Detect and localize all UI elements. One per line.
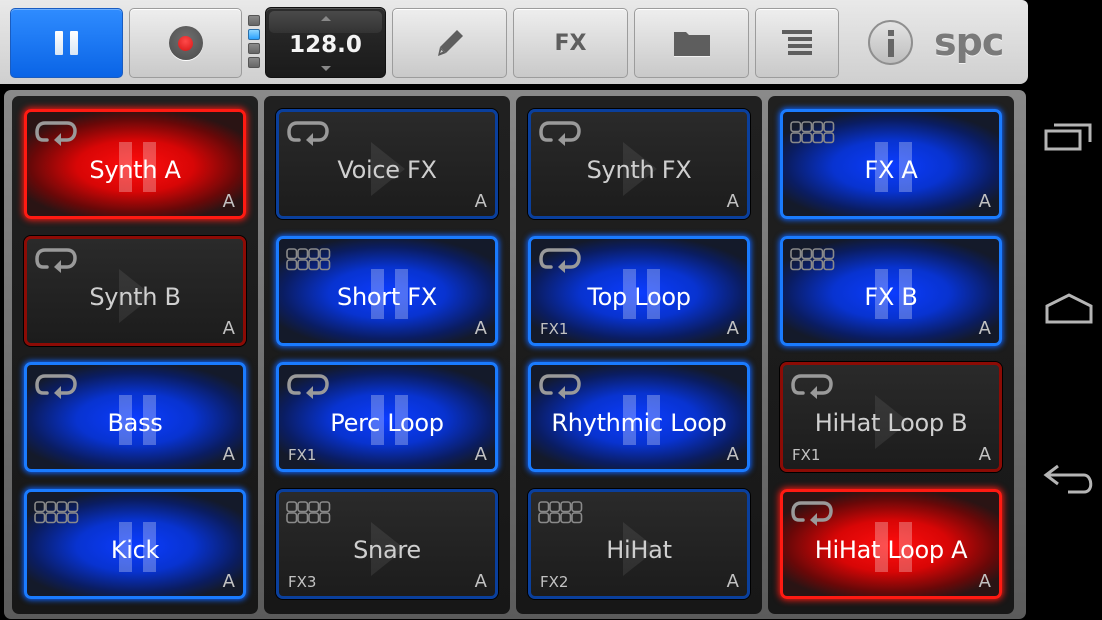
bank-indicator-2[interactable] (248, 29, 260, 40)
record-icon (168, 26, 203, 60)
pad-label: FX A (864, 156, 918, 184)
loop-icon (791, 501, 833, 526)
home-icon[interactable] (1042, 290, 1096, 326)
pad-fx-label: FX2 (540, 573, 569, 591)
pause-icon (55, 31, 78, 55)
pad-label: Synth FX (586, 156, 692, 184)
list-button[interactable] (755, 8, 839, 78)
pad-label: HiHat Loop B (814, 409, 968, 437)
pad-bank-label: A (726, 571, 739, 592)
clip-pad[interactable]: FX A A (780, 109, 1002, 219)
pad-bank-label: A (222, 318, 235, 339)
loop-icon (539, 374, 581, 399)
pad-bank-label: A (474, 191, 487, 212)
spc-logo: spc (934, 20, 1004, 64)
pad-label: HiHat Loop A (814, 536, 968, 564)
clip-pad[interactable]: Perc Loop FX1 A (276, 362, 498, 472)
bank-indicator-3[interactable] (248, 43, 260, 54)
loop-icon (35, 248, 77, 273)
pad-label: Rhythmic Loop (551, 409, 727, 437)
arrow-up-icon[interactable] (321, 16, 331, 21)
clip-pad[interactable]: FX B A (780, 236, 1002, 346)
pencil-icon (437, 30, 463, 56)
clip-pad[interactable]: Synth A A (24, 109, 246, 219)
pad-label: Synth A (89, 156, 181, 184)
clip-pad[interactable]: Rhythmic Loop A (528, 362, 750, 472)
tempo-value: 128.0 (289, 32, 362, 58)
pad-bank-label: A (474, 318, 487, 339)
pad-label: Synth B (89, 283, 181, 311)
clip-pad[interactable]: Voice FX A (276, 109, 498, 219)
pad-label: Perc Loop (330, 409, 444, 437)
record-button[interactable] (129, 8, 242, 78)
clip-pad[interactable]: HiHat Loop A A (780, 489, 1002, 599)
clip-pad[interactable]: Top Loop FX1 A (528, 236, 750, 346)
info-icon[interactable] (868, 20, 913, 65)
pad-bank-label: A (474, 571, 487, 592)
pad-label: Short FX (337, 283, 437, 311)
sequence-icon (34, 501, 79, 524)
sequence-icon (286, 248, 331, 271)
navigation-bar (1028, 84, 1102, 620)
loop-icon (791, 374, 833, 399)
pad-fx-label: FX1 (288, 446, 317, 464)
loop-icon (539, 121, 581, 146)
tempo-sheen (269, 11, 382, 33)
pad-bank-label: A (222, 571, 235, 592)
folder-button[interactable] (634, 8, 749, 78)
arrow-down-icon[interactable] (321, 66, 331, 71)
folder-icon (673, 32, 710, 57)
toolbar: 128.0 FX spc (0, 0, 1028, 84)
pad-bank-label: A (726, 191, 739, 212)
loop-icon (35, 121, 77, 146)
clip-pad[interactable]: Short FX A (276, 236, 498, 346)
loop-icon (287, 374, 329, 399)
fx-button[interactable]: FX (513, 8, 628, 78)
loop-icon (35, 374, 77, 399)
pad-label: Voice FX (337, 156, 437, 184)
clip-pad[interactable]: Synth B A (24, 236, 246, 346)
clip-pad[interactable]: HiHat FX2 A (528, 489, 750, 599)
bank-indicator-4[interactable] (248, 57, 260, 68)
loop-icon (287, 121, 329, 146)
sequence-icon (286, 501, 331, 524)
recent-apps-icon[interactable] (1042, 120, 1096, 156)
pad-bank-label: A (726, 318, 739, 339)
bank-indicator-1[interactable] (248, 15, 260, 26)
fx-button-label: FX (554, 30, 587, 56)
pad-bank-label: A (222, 191, 235, 212)
pad-bank-label: A (978, 191, 991, 212)
pad-label: FX B (864, 283, 918, 311)
sequence-icon (790, 121, 835, 144)
pad-label: Top Loop (587, 283, 691, 311)
pad-bank-label: A (474, 444, 487, 465)
clip-pad[interactable]: HiHat Loop B FX1 A (780, 362, 1002, 472)
pad-label: Snare (353, 536, 421, 564)
pad-bank-label: A (978, 444, 991, 465)
tempo-control[interactable]: 128.0 (265, 7, 386, 78)
clip-pad[interactable]: Kick A (24, 489, 246, 599)
sequence-icon (538, 501, 583, 524)
pad-label: Kick (110, 536, 160, 564)
sequence-icon (790, 248, 835, 271)
clip-pad[interactable]: Bass A (24, 362, 246, 472)
play-pause-button[interactable] (10, 8, 123, 78)
pad-fx-label: FX1 (792, 446, 821, 464)
edit-button[interactable] (392, 8, 507, 78)
clip-pad[interactable]: Snare FX3 A (276, 489, 498, 599)
loop-icon (539, 248, 581, 273)
pad-label: Bass (107, 409, 163, 437)
pad-label: HiHat (606, 536, 672, 564)
list-icon (782, 30, 812, 55)
clip-pad[interactable]: Synth FX A (528, 109, 750, 219)
pad-bank-label: A (978, 318, 991, 339)
bank-indicators[interactable] (248, 15, 261, 71)
pad-bank-label: A (222, 444, 235, 465)
pad-bank-label: A (978, 571, 991, 592)
pad-fx-label: FX3 (288, 573, 317, 591)
pad-bank-label: A (726, 444, 739, 465)
back-icon[interactable] (1042, 462, 1096, 498)
pad-fx-label: FX1 (540, 320, 569, 338)
